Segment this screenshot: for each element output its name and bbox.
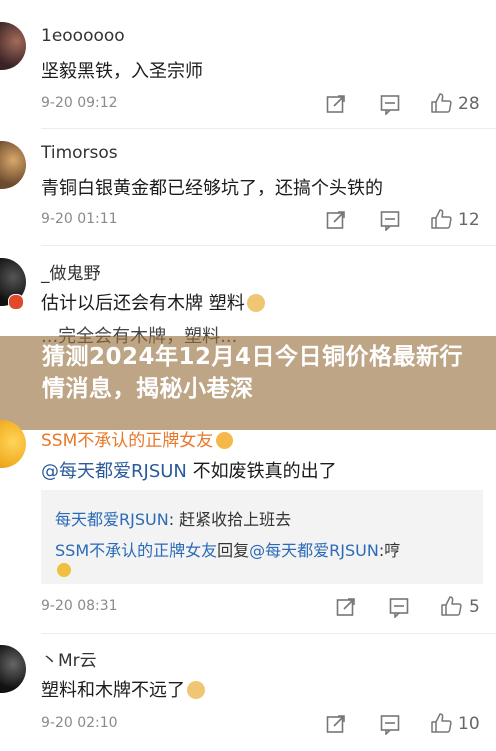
comment-icon[interactable] [379,209,401,231]
doge-emoji-icon [187,681,205,699]
comment-username[interactable]: 1eoooooo [41,26,125,46]
like-count: 10 [458,714,480,734]
reply-box[interactable]: 每天都爱RJSUN: 赶紧收拾上班去 SSM不承认的正牌女友回复@每天都爱RJS… [41,490,483,584]
comment-icon[interactable] [379,713,401,735]
reply-item: 每天都爱RJSUN: 赶紧收拾上班去 [55,506,291,530]
doge-emoji-icon [246,294,265,312]
comment-text: 坚毅黑铁，入圣宗师 [41,61,203,82]
share-icon[interactable] [325,209,347,231]
comment-text-rest: 不如废铁真的出了 [186,461,337,482]
comment-icon[interactable] [388,596,410,618]
comment-text-content: 估计以后还会有木牌 塑料 [41,293,245,314]
reply-author[interactable]: 每天都爱RJSUN [55,510,169,529]
divider [41,245,496,246]
reply-text: 赶紧收拾上班去 [179,510,292,529]
divider [41,633,496,634]
mention-link[interactable]: @每天都爱RJSUN [41,461,187,482]
comment-username[interactable]: SSM不承认的正牌女友 [41,426,234,451]
divider [41,128,496,129]
verified-badge-icon [8,294,24,310]
emoji-icon [57,563,71,577]
comment-time: 9-20 09:12 [41,95,118,111]
comment-username[interactable]: Timorsos [41,143,118,163]
reply-sep: : [168,510,180,529]
thumbs-up-icon[interactable] [430,712,452,734]
share-icon[interactable] [325,713,347,735]
thumbs-up-icon[interactable] [430,208,452,230]
comment-text: 估计以后还会有木牌 塑料 [41,289,265,315]
avatar[interactable] [0,645,26,693]
reply-item: SSM不承认的正牌女友回复@每天都爱RJSUN:哼 [55,537,400,561]
reply-text: 哼 [384,541,401,560]
share-icon[interactable] [325,93,347,115]
comment-text: 青铜白银黄金都已经够坑了，还搞个头铁的 [41,178,383,199]
comment-time: 9-20 01:11 [41,211,118,227]
banner-title: 猜测2024年12月4日今日铜价格最新行情消息，揭秘小巷深 [42,344,464,402]
comment-text: @每天都爱RJSUN 不如废铁真的出了 [41,457,337,483]
comment-icon[interactable] [379,93,401,115]
comment-time: 9-20 02:10 [41,715,118,731]
avatar[interactable] [0,141,26,189]
thumbs-up-icon[interactable] [440,595,462,617]
reply-author[interactable]: SSM不承认的正牌女友 [55,541,217,560]
like-count: 5 [469,597,480,617]
like-count: 28 [458,94,480,114]
comment-username[interactable]: _做鬼野 [41,259,101,284]
emoji-icon [216,432,234,449]
comment-text-content: 塑料和木牌不远了 [41,680,185,701]
comment-text: 塑料和木牌不远了 [41,676,205,702]
avatar[interactable] [0,22,26,70]
comment-username-text: SSM不承认的正牌女友 [41,431,214,451]
like-count: 12 [458,210,480,230]
reply-verb: 回复 [217,541,250,560]
share-icon[interactable] [335,596,357,618]
reply-target[interactable]: @每天都爱RJSUN [249,541,379,560]
thumbs-up-icon[interactable] [430,92,452,114]
comment-username[interactable]: 丶Mr云 [41,646,97,671]
comment-time: 9-20 08:31 [41,598,118,614]
